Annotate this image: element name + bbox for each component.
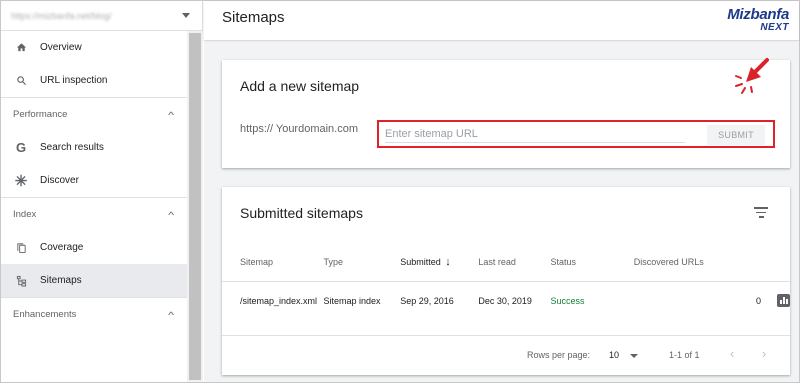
column-header-submitted[interactable]: Submitted ↓ <box>400 243 478 281</box>
top-bar: Sitemaps Mizbanfa NEXT <box>204 1 799 41</box>
submit-button[interactable]: SUBMIT <box>707 125 765 145</box>
sidebar-item-search-results[interactable]: G Search results <box>1 131 187 164</box>
submitted-sitemaps-card: Submitted sitemaps Sitemap Type Submitte… <box>222 187 790 375</box>
section-title: Enhancements <box>13 309 77 320</box>
sidebar-item-label: Discover <box>40 175 79 186</box>
sidebar-item-discover[interactable]: ✳ Discover <box>1 164 187 197</box>
table-header-row: Sitemap Type Submitted ↓ Last read Statu… <box>222 243 790 281</box>
sidebar-item-label: Coverage <box>40 242 84 253</box>
main-content: Add a new sitemap https:// Yourdomain.co… <box>204 42 799 382</box>
sitemap-url-input[interactable] <box>385 125 685 143</box>
pagination-range: 1-1 of 1 <box>669 350 700 360</box>
column-header-label: Submitted <box>400 256 441 267</box>
copy-icon <box>13 242 29 254</box>
cell-status: Success <box>550 280 634 321</box>
cell-submitted: Sep 29, 2016 <box>400 280 479 321</box>
chevron-up-icon[interactable]: ^ <box>168 210 174 220</box>
domain-prefix: https:// Yourdomain.com <box>240 123 359 135</box>
logo-text-bottom: NEXT <box>760 22 789 33</box>
brand-logo: Mizbanfa NEXT <box>727 7 789 33</box>
home-icon <box>13 42 29 53</box>
sitemap-input-highlight: SUBMIT <box>377 120 775 148</box>
column-header-actions <box>769 243 790 281</box>
sidebar-item-sitemaps[interactable]: Sitemaps <box>1 264 187 297</box>
chevron-down-icon[interactable] <box>182 13 190 18</box>
column-header-type[interactable]: Type <box>324 243 401 281</box>
column-header-discovered-urls[interactable]: Discovered URLs <box>634 243 769 281</box>
sort-arrow-icon: ↓ <box>445 255 451 268</box>
section-title: Index <box>13 209 37 220</box>
table-row[interactable]: /sitemap_index.xml Sitemap index Sep 29,… <box>222 280 790 321</box>
page-title: Sitemaps <box>222 9 285 26</box>
bar-chart-icon[interactable] <box>777 293 790 307</box>
property-selector[interactable]: https://mizbanfa.net/blog/ <box>1 1 202 31</box>
sidebar-item-coverage[interactable]: Coverage <box>1 231 187 264</box>
chevron-up-icon[interactable]: ^ <box>168 110 174 120</box>
column-header-sitemap[interactable]: Sitemap <box>222 243 324 281</box>
chevron-down-icon[interactable] <box>630 354 638 358</box>
section-header-index[interactable]: Index ^ <box>1 198 187 231</box>
column-header-last-read[interactable]: Last read <box>478 243 550 281</box>
section-header-enhancements[interactable]: Enhancements ^ <box>1 298 187 331</box>
sidebar-item-label: Search results <box>40 142 104 153</box>
sidebar-nav: Overview URL inspection Performance ^ G … <box>1 31 187 331</box>
sidebar: https://mizbanfa.net/blog/ Overview URL … <box>1 1 203 382</box>
cell-actions <box>769 280 790 321</box>
sitemaps-table: Sitemap Type Submitted ↓ Last read Statu… <box>222 243 790 321</box>
sidebar-item-label: Sitemaps <box>40 275 82 286</box>
search-icon <box>13 75 29 86</box>
column-header-status[interactable]: Status <box>550 243 633 281</box>
table-pagination: Rows per page: 10 1-1 of 1 ‹ › <box>222 335 790 375</box>
cell-sitemap: /sitemap_index.xml <box>222 280 324 321</box>
section-header-performance[interactable]: Performance ^ <box>1 98 187 131</box>
property-url: https://mizbanfa.net/blog/ <box>11 10 112 21</box>
pointer-arrow-icon <box>735 58 769 94</box>
rows-per-page-select[interactable]: 10 <box>609 350 619 360</box>
asterisk-icon: ✳ <box>14 172 28 190</box>
sidebar-item-url-inspection[interactable]: URL inspection <box>1 64 187 97</box>
filter-icon[interactable] <box>754 207 768 221</box>
section-title: Performance <box>13 109 68 120</box>
chevron-up-icon[interactable]: ^ <box>168 310 174 320</box>
cell-spacer <box>633 280 704 321</box>
google-g-icon: G <box>15 140 27 155</box>
submitted-sitemaps-title: Submitted sitemaps <box>240 205 363 221</box>
add-sitemap-card: Add a new sitemap https:// Yourdomain.co… <box>222 58 790 168</box>
add-sitemap-title: Add a new sitemap <box>240 78 360 94</box>
sitemap-icon <box>13 275 29 287</box>
sidebar-item-label: Overview <box>40 42 82 53</box>
logo-text-top: Mizbanfa <box>727 6 789 23</box>
cell-last-read: Dec 30, 2019 <box>478 280 551 321</box>
cell-type: Sitemap index <box>323 280 401 321</box>
prev-page-icon[interactable]: ‹ <box>730 346 734 361</box>
sidebar-scrollbar-thumb[interactable] <box>189 33 201 380</box>
sidebar-item-label: URL inspection <box>40 75 108 86</box>
next-page-icon[interactable]: › <box>762 346 766 361</box>
sidebar-item-overview[interactable]: Overview <box>1 31 187 64</box>
rows-per-page-label: Rows per page: <box>527 350 591 360</box>
cell-discovered-urls: 0 <box>703 280 769 321</box>
